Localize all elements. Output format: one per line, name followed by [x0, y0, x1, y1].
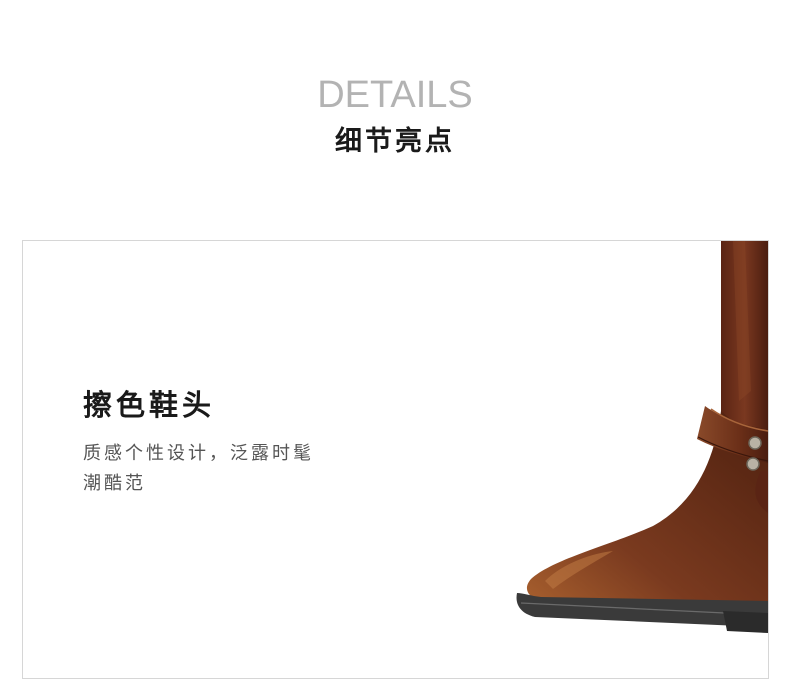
stud-lower	[746, 457, 760, 471]
boot-image	[516, 241, 768, 633]
feature-title: 擦色鞋头	[83, 388, 216, 422]
section-title-cn: 细节亮点	[335, 126, 455, 157]
feature-description: 质感个性设计，泛露时髦 潮酷范	[83, 439, 373, 499]
feature-description-line-2: 潮酷范	[83, 473, 146, 494]
detail-panel: 擦色鞋头 质感个性设计，泛露时髦 潮酷范	[22, 240, 769, 679]
stud-upper	[748, 436, 762, 450]
section-title-en: DETAILS	[317, 74, 473, 116]
feature-description-line-1: 质感个性设计，泛露时髦	[83, 443, 314, 464]
